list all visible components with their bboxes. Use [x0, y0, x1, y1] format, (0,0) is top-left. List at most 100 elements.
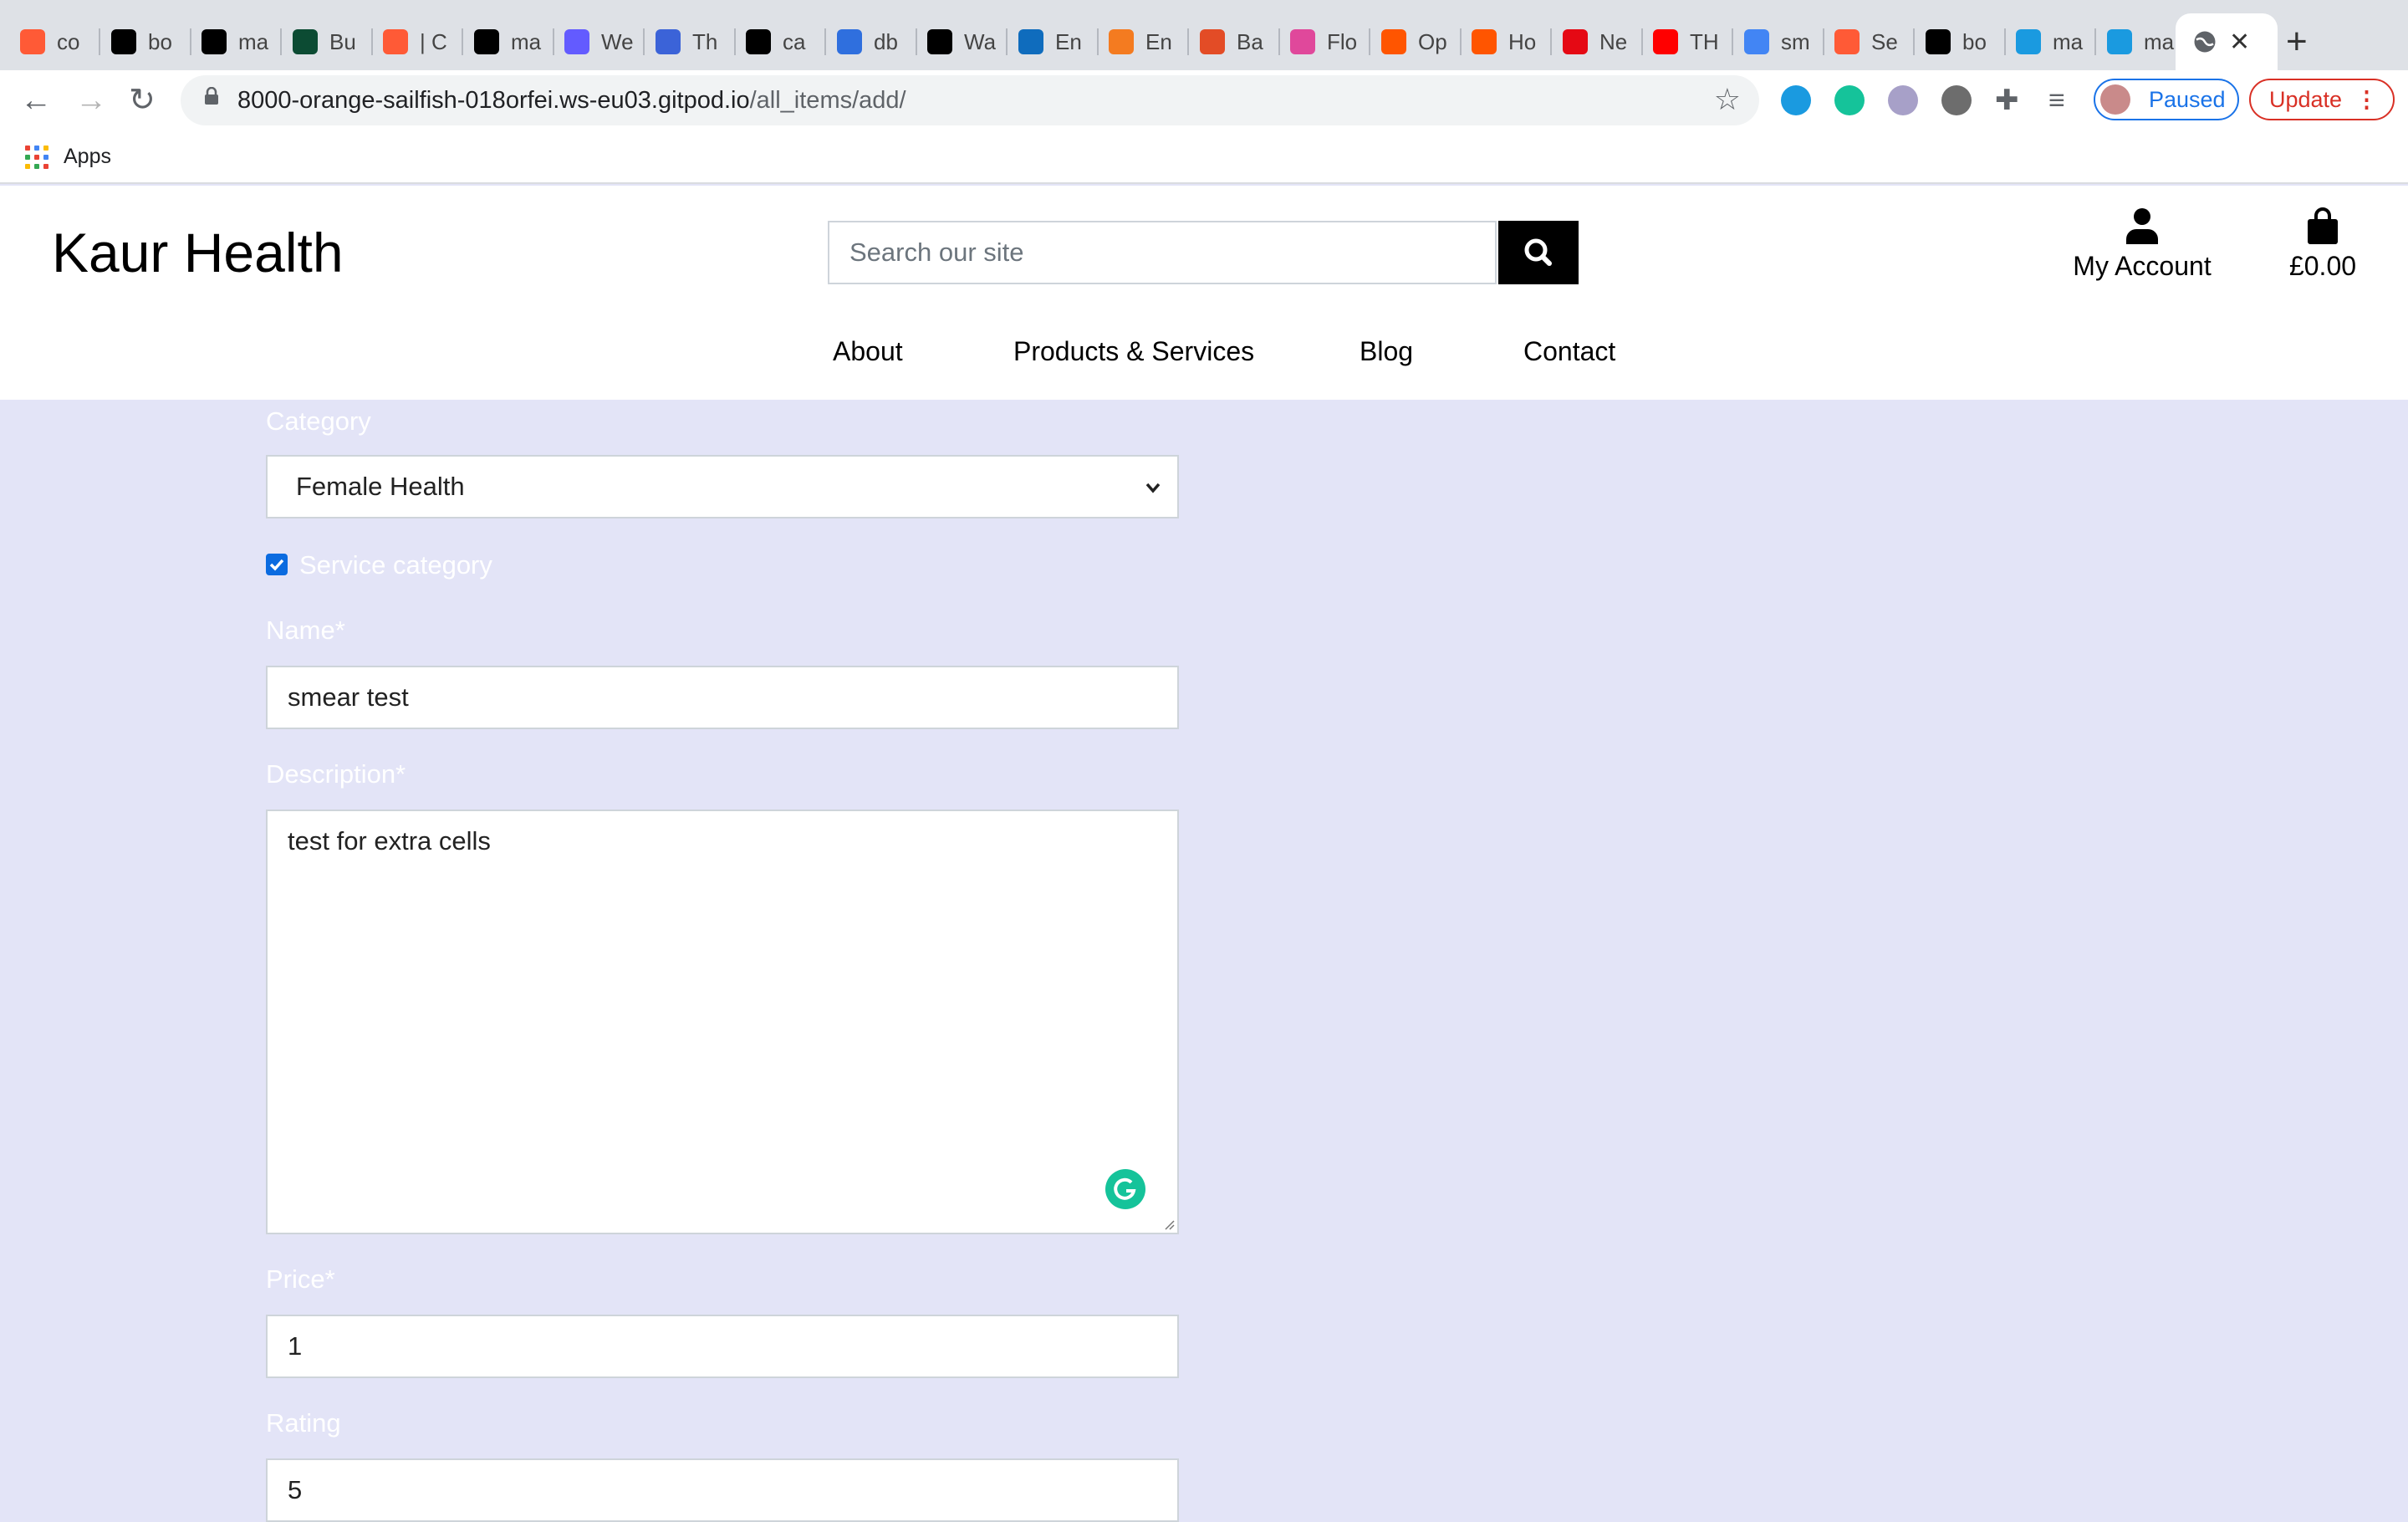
- rating-input[interactable]: 5: [266, 1458, 1179, 1522]
- browser-tab[interactable]: sm: [1744, 17, 1813, 67]
- browser-tab-title: Se: [1871, 28, 1898, 54]
- tab-separator: [1550, 28, 1552, 55]
- browser-tab-title: Flo: [1327, 28, 1358, 54]
- browser-tab[interactable]: Se: [1834, 17, 1903, 67]
- browser-tab[interactable]: ma: [2107, 17, 2176, 67]
- browser-tab[interactable]: We: [564, 17, 633, 67]
- browser-tab[interactable]: Ba: [1200, 17, 1268, 67]
- new-tab-plus-icon[interactable]: +: [2286, 20, 2308, 64]
- name-input[interactable]: smear test: [266, 666, 1179, 729]
- github-icon: [474, 29, 499, 54]
- grammarly-icon[interactable]: [1105, 1169, 1145, 1209]
- shopping-bag-link[interactable]: £0.00: [2281, 207, 2365, 282]
- extension-cube-icon[interactable]: [1781, 85, 1811, 115]
- browser-tab[interactable]: Op: [1381, 17, 1450, 67]
- service-category-label: Service category: [299, 550, 492, 580]
- do-icon: [1109, 29, 1134, 54]
- tab-separator: [1732, 28, 1733, 55]
- browser-tab[interactable]: ca: [746, 17, 814, 67]
- nav-contact[interactable]: Contact: [1523, 335, 1615, 368]
- address-bar[interactable]: 8000-orange-sailfish-018orfei.ws-eu03.gi…: [181, 75, 1759, 125]
- browser-tab[interactable]: co: [20, 17, 89, 67]
- puzzle-extensions-icon[interactable]: ✚: [1995, 85, 2025, 115]
- browser-tab[interactable]: bo: [111, 17, 180, 67]
- browser-tab[interactable]: Wa: [927, 17, 996, 67]
- browser-tab-title: ca: [783, 28, 806, 54]
- amazon-icon: [927, 29, 952, 54]
- browser-tab-title: ma: [2144, 28, 2175, 54]
- soundcloud-icon: [1472, 29, 1497, 54]
- tab-active[interactable]: ✕: [2176, 13, 2278, 70]
- browser-tab-title: ma: [2053, 28, 2084, 54]
- resize-handle-icon[interactable]: [1162, 1218, 1176, 1231]
- site-logo[interactable]: Kaur Health: [52, 219, 344, 286]
- nav-products-services[interactable]: Products & Services: [1013, 335, 1254, 368]
- browser-tab[interactable]: ma: [202, 17, 270, 67]
- browser-tab[interactable]: | C: [383, 17, 452, 67]
- browser-tab[interactable]: Flo: [1290, 17, 1359, 67]
- tab-separator: [643, 28, 645, 55]
- menu-dots-icon: ⋮: [2355, 87, 2378, 112]
- browser-tab-title: bo: [148, 28, 172, 54]
- outlook-icon: [1018, 29, 1043, 54]
- browser-tab-title: We: [601, 28, 633, 54]
- media-control-icon[interactable]: ≡: [2048, 85, 2079, 115]
- tab-separator: [1187, 28, 1189, 55]
- nav-blog[interactable]: Blog: [1360, 335, 1413, 368]
- user-icon: [2126, 208, 2158, 244]
- search-input[interactable]: [829, 222, 1495, 283]
- youtube-icon: [1653, 29, 1678, 54]
- browser-tab[interactable]: Ne: [1563, 17, 1631, 67]
- wordpress-extension-icon[interactable]: [1941, 85, 1972, 115]
- price-input-value: 1: [288, 1331, 303, 1361]
- browser-tab[interactable]: TH: [1653, 17, 1722, 67]
- github-icon: [202, 29, 227, 54]
- service-category-checkbox[interactable]: [266, 554, 288, 575]
- browser-tab-title: Ba: [1237, 28, 1263, 54]
- price-input[interactable]: 1: [266, 1315, 1179, 1378]
- diamond-icon: [1200, 29, 1225, 54]
- browser-tab-title: TH: [1690, 28, 1719, 54]
- back-arrow-icon[interactable]: ←: [20, 82, 52, 119]
- search-box: [828, 221, 1497, 284]
- description-textarea[interactable]: test for extra cells: [266, 810, 1179, 1234]
- browser-tab[interactable]: Th: [656, 17, 724, 67]
- browser-tab-title: Op: [1418, 28, 1447, 54]
- profile-paused-button[interactable]: Paused: [2094, 79, 2239, 120]
- browser-tab[interactable]: En: [1018, 17, 1087, 67]
- my-account-link[interactable]: My Account: [2067, 207, 2217, 282]
- shopping-bag-icon: [2308, 207, 2338, 244]
- browser-tab[interactable]: bo: [1926, 17, 1994, 67]
- forward-arrow-icon[interactable]: →: [75, 82, 107, 119]
- bookmark-star-icon[interactable]: ☆: [1714, 82, 1741, 117]
- browser-tab[interactable]: Ho: [1472, 17, 1540, 67]
- browser-tab-title: sm: [1781, 28, 1810, 54]
- tab-separator: [462, 28, 463, 55]
- tab-separator: [1460, 28, 1462, 55]
- update-button[interactable]: Update ⋮: [2249, 79, 2395, 120]
- checkmark-icon: [269, 559, 284, 571]
- browser-tab[interactable]: db: [837, 17, 906, 67]
- browser-toolbar: ← → ↻ 8000-orange-sailfish-018orfei.ws-e…: [0, 70, 2408, 130]
- category-select[interactable]: Female Health: [266, 455, 1179, 518]
- name-label: Name*: [266, 615, 345, 645]
- browser-tab[interactable]: En: [1109, 17, 1177, 67]
- reload-icon[interactable]: ↻: [129, 82, 156, 119]
- apps-bookmark[interactable]: Apps: [64, 130, 111, 182]
- share-icon: [837, 29, 862, 54]
- tab-separator: [99, 28, 100, 55]
- soundcloud-icon: [1381, 29, 1406, 54]
- bookmarks-bar: Apps: [0, 130, 2408, 184]
- search-button[interactable]: [1498, 221, 1579, 284]
- apps-grid-icon[interactable]: [25, 146, 48, 169]
- browser-tab[interactable]: ma: [474, 17, 543, 67]
- browser-tab-title: Th: [692, 28, 718, 54]
- unicorn-extension-icon[interactable]: [1888, 85, 1918, 115]
- nav-about[interactable]: About: [833, 335, 903, 368]
- github-icon: [1926, 29, 1951, 54]
- github-icon: [746, 29, 771, 54]
- browser-tab[interactable]: ma: [2016, 17, 2084, 67]
- grammarly-extension-icon[interactable]: [1834, 85, 1865, 115]
- close-tab-icon[interactable]: ✕: [2229, 28, 2250, 57]
- browser-tab[interactable]: Bu: [293, 17, 361, 67]
